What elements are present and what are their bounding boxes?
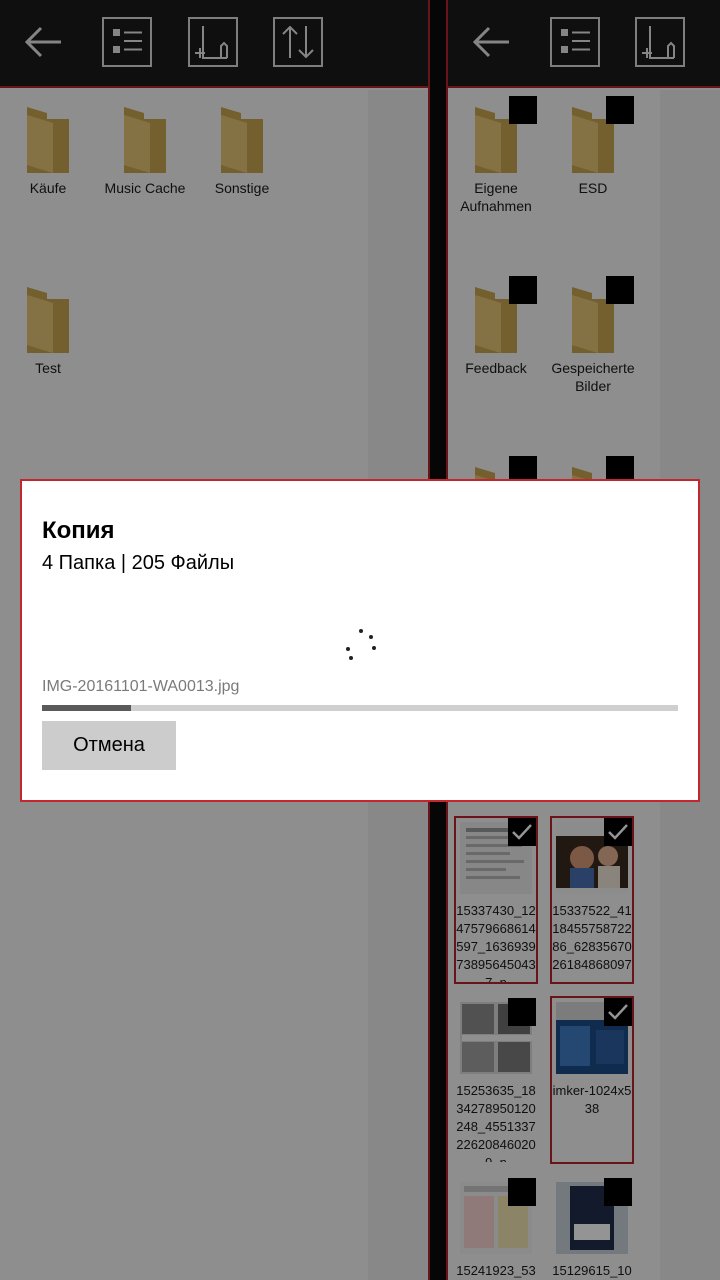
cancel-button[interactable]: Отмена: [42, 721, 176, 770]
copy-progress-dialog: Копия 4 Папка | 205 Файлы IMG-20161101-W…: [20, 479, 700, 802]
dialog-subtitle: 4 Папка | 205 Файлы: [42, 552, 235, 574]
current-file-name: IMG-20161101-WA0013.jpg: [42, 678, 240, 695]
copy-progress-bar: [42, 705, 678, 711]
dialog-title: Копия: [42, 517, 115, 544]
file-manager-screen: Käufe Music Cache Sonstige Test Eigene A…: [0, 0, 720, 1280]
copy-progress-fill: [42, 705, 132, 711]
loading-spinner-icon: [346, 629, 376, 660]
